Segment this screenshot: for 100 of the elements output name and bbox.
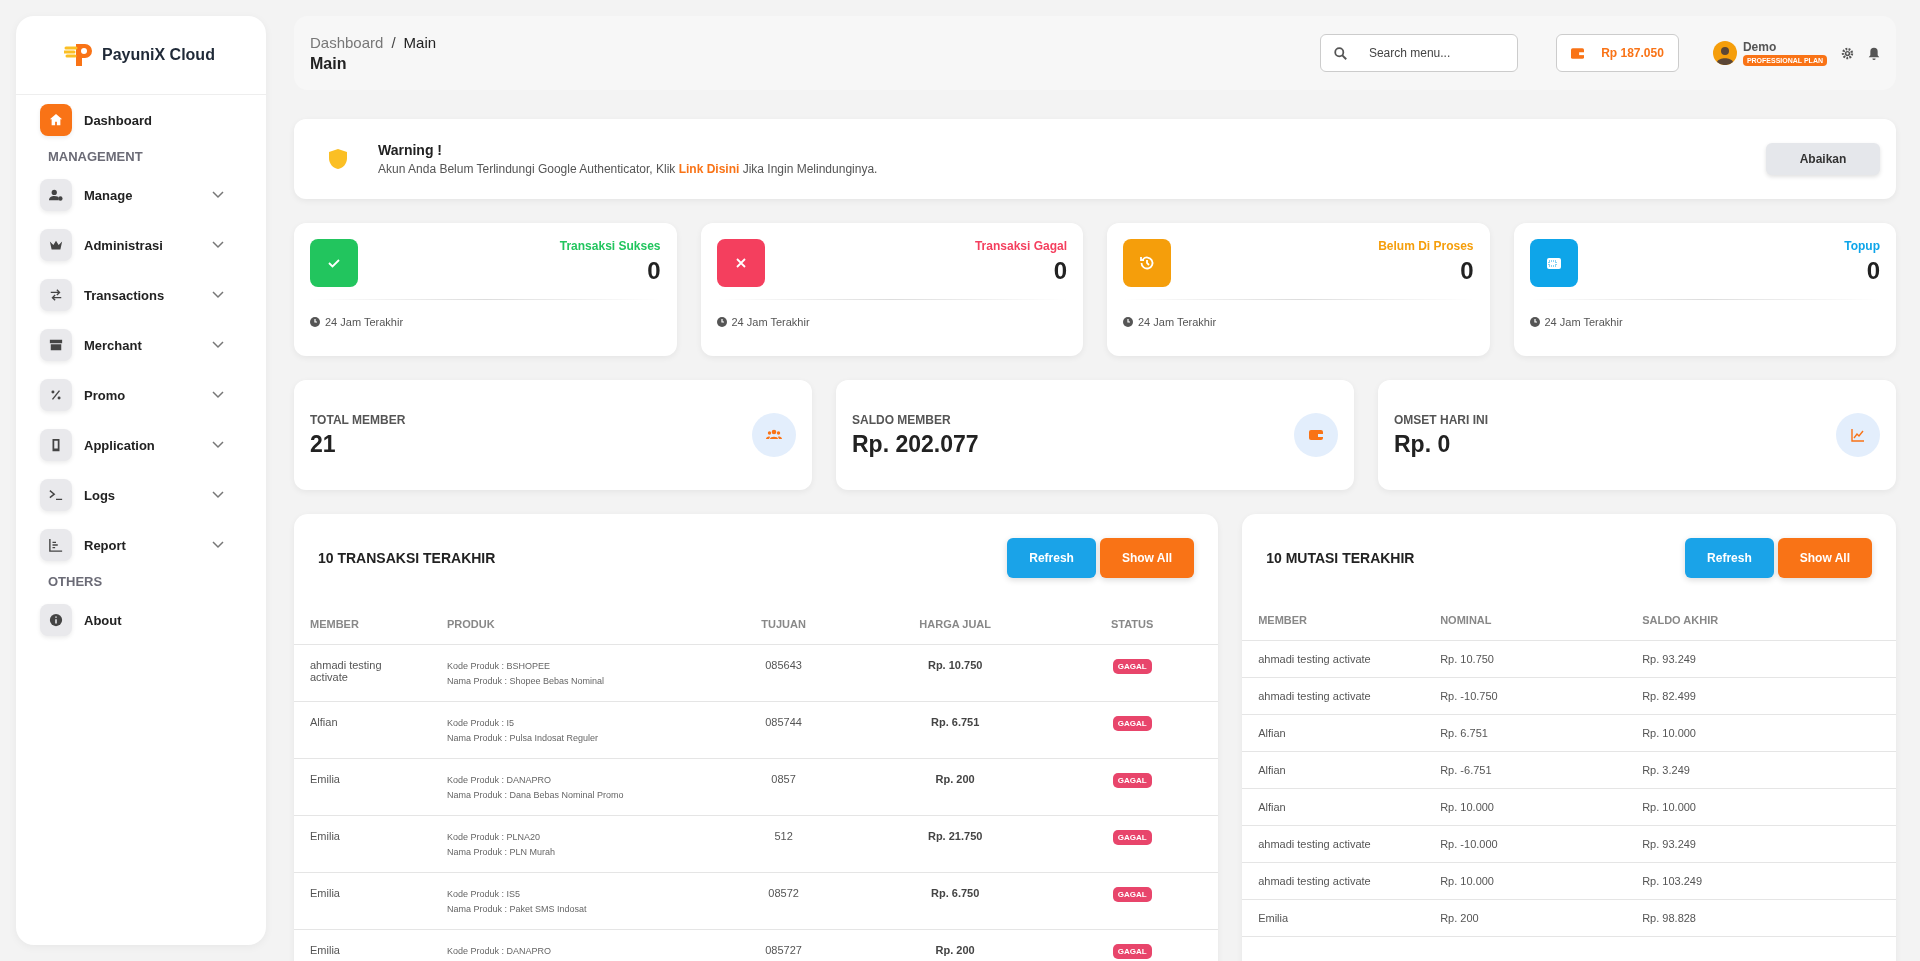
table-cell: ahmadi testing activate (1258, 875, 1371, 887)
product-details: Kode Produk : I5 Nama Produk : Pulsa Indosat Reguler (447, 717, 600, 745)
table-cell: Alfian (1258, 764, 1286, 776)
breadcrumb-link[interactable]: Main (403, 33, 437, 51)
home-icon (49, 113, 63, 127)
history-icon (1139, 255, 1155, 271)
warning-message: Akun Anda Belum Terlindungi Google Authenticator, Klik Link Disini Jika Ingin Melindunginya. (378, 162, 879, 176)
table-cell: Rp. 82.499 (1642, 690, 1696, 702)
wallet-icon (1308, 427, 1324, 443)
summary-label: SALDO MEMBER (852, 412, 952, 427)
dismiss-button[interactable]: Abaikan (1766, 143, 1880, 175)
table-cell: Alfian (310, 716, 338, 728)
status-badge: GAGAL (1112, 887, 1152, 902)
sidebar-item[interactable]: Promo (40, 370, 242, 420)
product-details: Kode Produk : DANAPRO Nama Produk : Dana Bebas Nominal Promo (447, 774, 625, 802)
sidebar-item[interactable]: Dashboard (40, 95, 242, 145)
table-cell: 085744 (765, 716, 802, 728)
table-cell: Emilia (310, 830, 340, 842)
status-badge: GAGAL (1112, 773, 1152, 788)
product-details: Kode Produk : DANAPRO (447, 945, 553, 958)
column-header: PRODUK (447, 618, 495, 630)
clock-icon (716, 317, 727, 327)
column-header: HARGA JUAL (919, 618, 992, 630)
sidebar-item[interactable]: About (40, 595, 242, 645)
clock-icon (1529, 317, 1540, 327)
stat-label: Transaksi Sukses (559, 239, 661, 253)
table-cell: 085727 (765, 944, 802, 956)
search-icon (1333, 47, 1347, 60)
status-badge: GAGAL (1112, 830, 1152, 845)
line-chart-icon (1850, 427, 1866, 443)
stat-label: Belum Di Proses (1378, 239, 1474, 253)
sidebar-item[interactable]: Transactions (40, 270, 242, 320)
table-cell: Emilia (310, 887, 340, 899)
table-cell: 512 (774, 830, 793, 842)
sidebar-item[interactable]: Manage (40, 170, 242, 220)
stat-period: 24 Jam Terakhir (731, 316, 810, 328)
table-cell: Rp. 6.751 (931, 716, 980, 728)
table-cell: Rp. 98.828 (1642, 912, 1696, 924)
brand-name: PayuniX Cloud (102, 46, 215, 64)
sidebar-item[interactable]: Merchant (40, 320, 242, 370)
table-cell: Alfian (1258, 801, 1286, 813)
stat-value: 0 (1866, 257, 1880, 285)
bell-icon[interactable] (1868, 46, 1880, 60)
wallet-icon (1545, 255, 1562, 271)
wallet-icon (1570, 47, 1584, 59)
column-header: STATUS (1111, 618, 1154, 630)
column-header: NOMINAL (1440, 614, 1492, 626)
stat-period: 24 Jam Terakhir (325, 316, 404, 328)
table-cell: Rp. 10.000 (1440, 801, 1494, 813)
summary-value: 21 (310, 430, 337, 458)
stat-period: 24 Jam Terakhir (1138, 316, 1217, 328)
table-cell: Rp. -10.750 (1440, 690, 1498, 702)
table-cell: Rp. 6.750 (931, 887, 980, 899)
breadcrumb-link[interactable]: Dashboard (310, 33, 384, 51)
table-cell: Rp. 93.249 (1642, 838, 1696, 850)
shield-icon (328, 148, 348, 170)
summary-value: Rp. 202.077 (852, 430, 979, 458)
table-cell: Rp. -6.751 (1440, 764, 1492, 776)
column-header: TUJUAN (761, 618, 806, 630)
store-icon (49, 338, 63, 352)
table-cell: Emilia (310, 944, 340, 956)
chart-icon (49, 538, 63, 552)
nav-section-heading: OTHERS (48, 574, 104, 589)
info-icon (49, 613, 63, 627)
table-cell: 085643 (765, 659, 802, 671)
stat-period: 24 Jam Terakhir (1544, 316, 1623, 328)
column-header: MEMBER (1258, 614, 1308, 626)
avatar-icon[interactable] (1712, 41, 1737, 65)
table-cell: Rp. 3.249 (1642, 764, 1690, 776)
summary-label: OMSET HARI INI (1394, 412, 1488, 427)
user-gear-icon (49, 188, 63, 202)
balance-amount: Rp 187.050 (1601, 46, 1664, 60)
table-cell: ahmadi testing activate (310, 659, 382, 683)
table-cell: Rp. 10.000 (1642, 727, 1696, 739)
stat-value: 0 (1460, 257, 1474, 285)
settings-icon[interactable] (1841, 46, 1854, 60)
sidebar-item[interactable]: Application (40, 420, 242, 470)
product-details: Kode Produk : IS5 Nama Produk : Paket SMS Indosat (447, 888, 588, 916)
table-cell: Rp. 10.000 (1440, 875, 1494, 887)
sidebar-item[interactable]: Logs (40, 470, 242, 520)
status-badge: GAGAL (1112, 716, 1152, 731)
user-name: Demo (1742, 40, 1778, 54)
summary-value: Rp. 0 (1394, 430, 1452, 458)
column-header: SALDO AKHIR (1642, 614, 1719, 626)
percent-icon (49, 388, 63, 402)
product-details: Kode Produk : PLNA20 Nama Produk : PLN Murah (447, 831, 557, 859)
status-badge: GAGAL (1112, 944, 1152, 959)
sidebar-item[interactable]: Report (40, 520, 242, 570)
summary-label: TOTAL MEMBER (310, 412, 406, 427)
status-badge: GAGAL (1112, 659, 1152, 674)
table-cell: 08572 (768, 887, 799, 899)
table-cell: Rp. 10.000 (1642, 801, 1696, 813)
stat-value: 0 (647, 257, 661, 285)
table-cell: Rp. 200 (935, 773, 975, 785)
search-field[interactable]: Search menu... (1319, 34, 1518, 72)
sidebar-item[interactable]: Administrasi (40, 220, 242, 270)
arrows-icon (49, 288, 63, 302)
page-title: Main (310, 54, 348, 73)
table-cell: Rp. 103.249 (1642, 875, 1703, 887)
table-cell: Rp. -10.000 (1440, 838, 1498, 850)
